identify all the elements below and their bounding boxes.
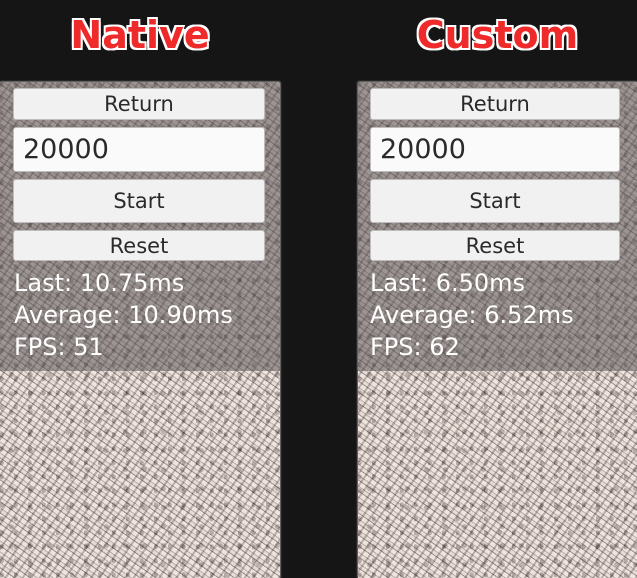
start-button[interactable]: Start — [13, 179, 265, 223]
native-heading: Native — [70, 13, 210, 57]
average-time-text: Average: 10.90ms — [14, 301, 233, 329]
count-input[interactable]: 20000 — [370, 127, 620, 172]
count-input[interactable]: 20000 — [13, 127, 265, 172]
return-button[interactable]: Return — [370, 88, 620, 120]
native-panel: Return 20000 Start Reset Last: 10.75ms A… — [0, 82, 280, 578]
fps-text: FPS: 51 — [14, 333, 104, 361]
last-time-text: Last: 10.75ms — [14, 269, 185, 297]
custom-heading: Custom — [416, 13, 579, 57]
average-time-text: Average: 6.52ms — [370, 301, 574, 329]
start-button[interactable]: Start — [370, 179, 620, 223]
last-time-text: Last: 6.50ms — [370, 269, 526, 297]
reset-button[interactable]: Reset — [370, 230, 620, 261]
reset-button[interactable]: Reset — [13, 230, 265, 261]
return-button[interactable]: Return — [13, 88, 265, 120]
custom-panel: Return 20000 Start Reset Last: 6.50ms Av… — [358, 82, 637, 578]
fps-text: FPS: 62 — [370, 333, 460, 361]
